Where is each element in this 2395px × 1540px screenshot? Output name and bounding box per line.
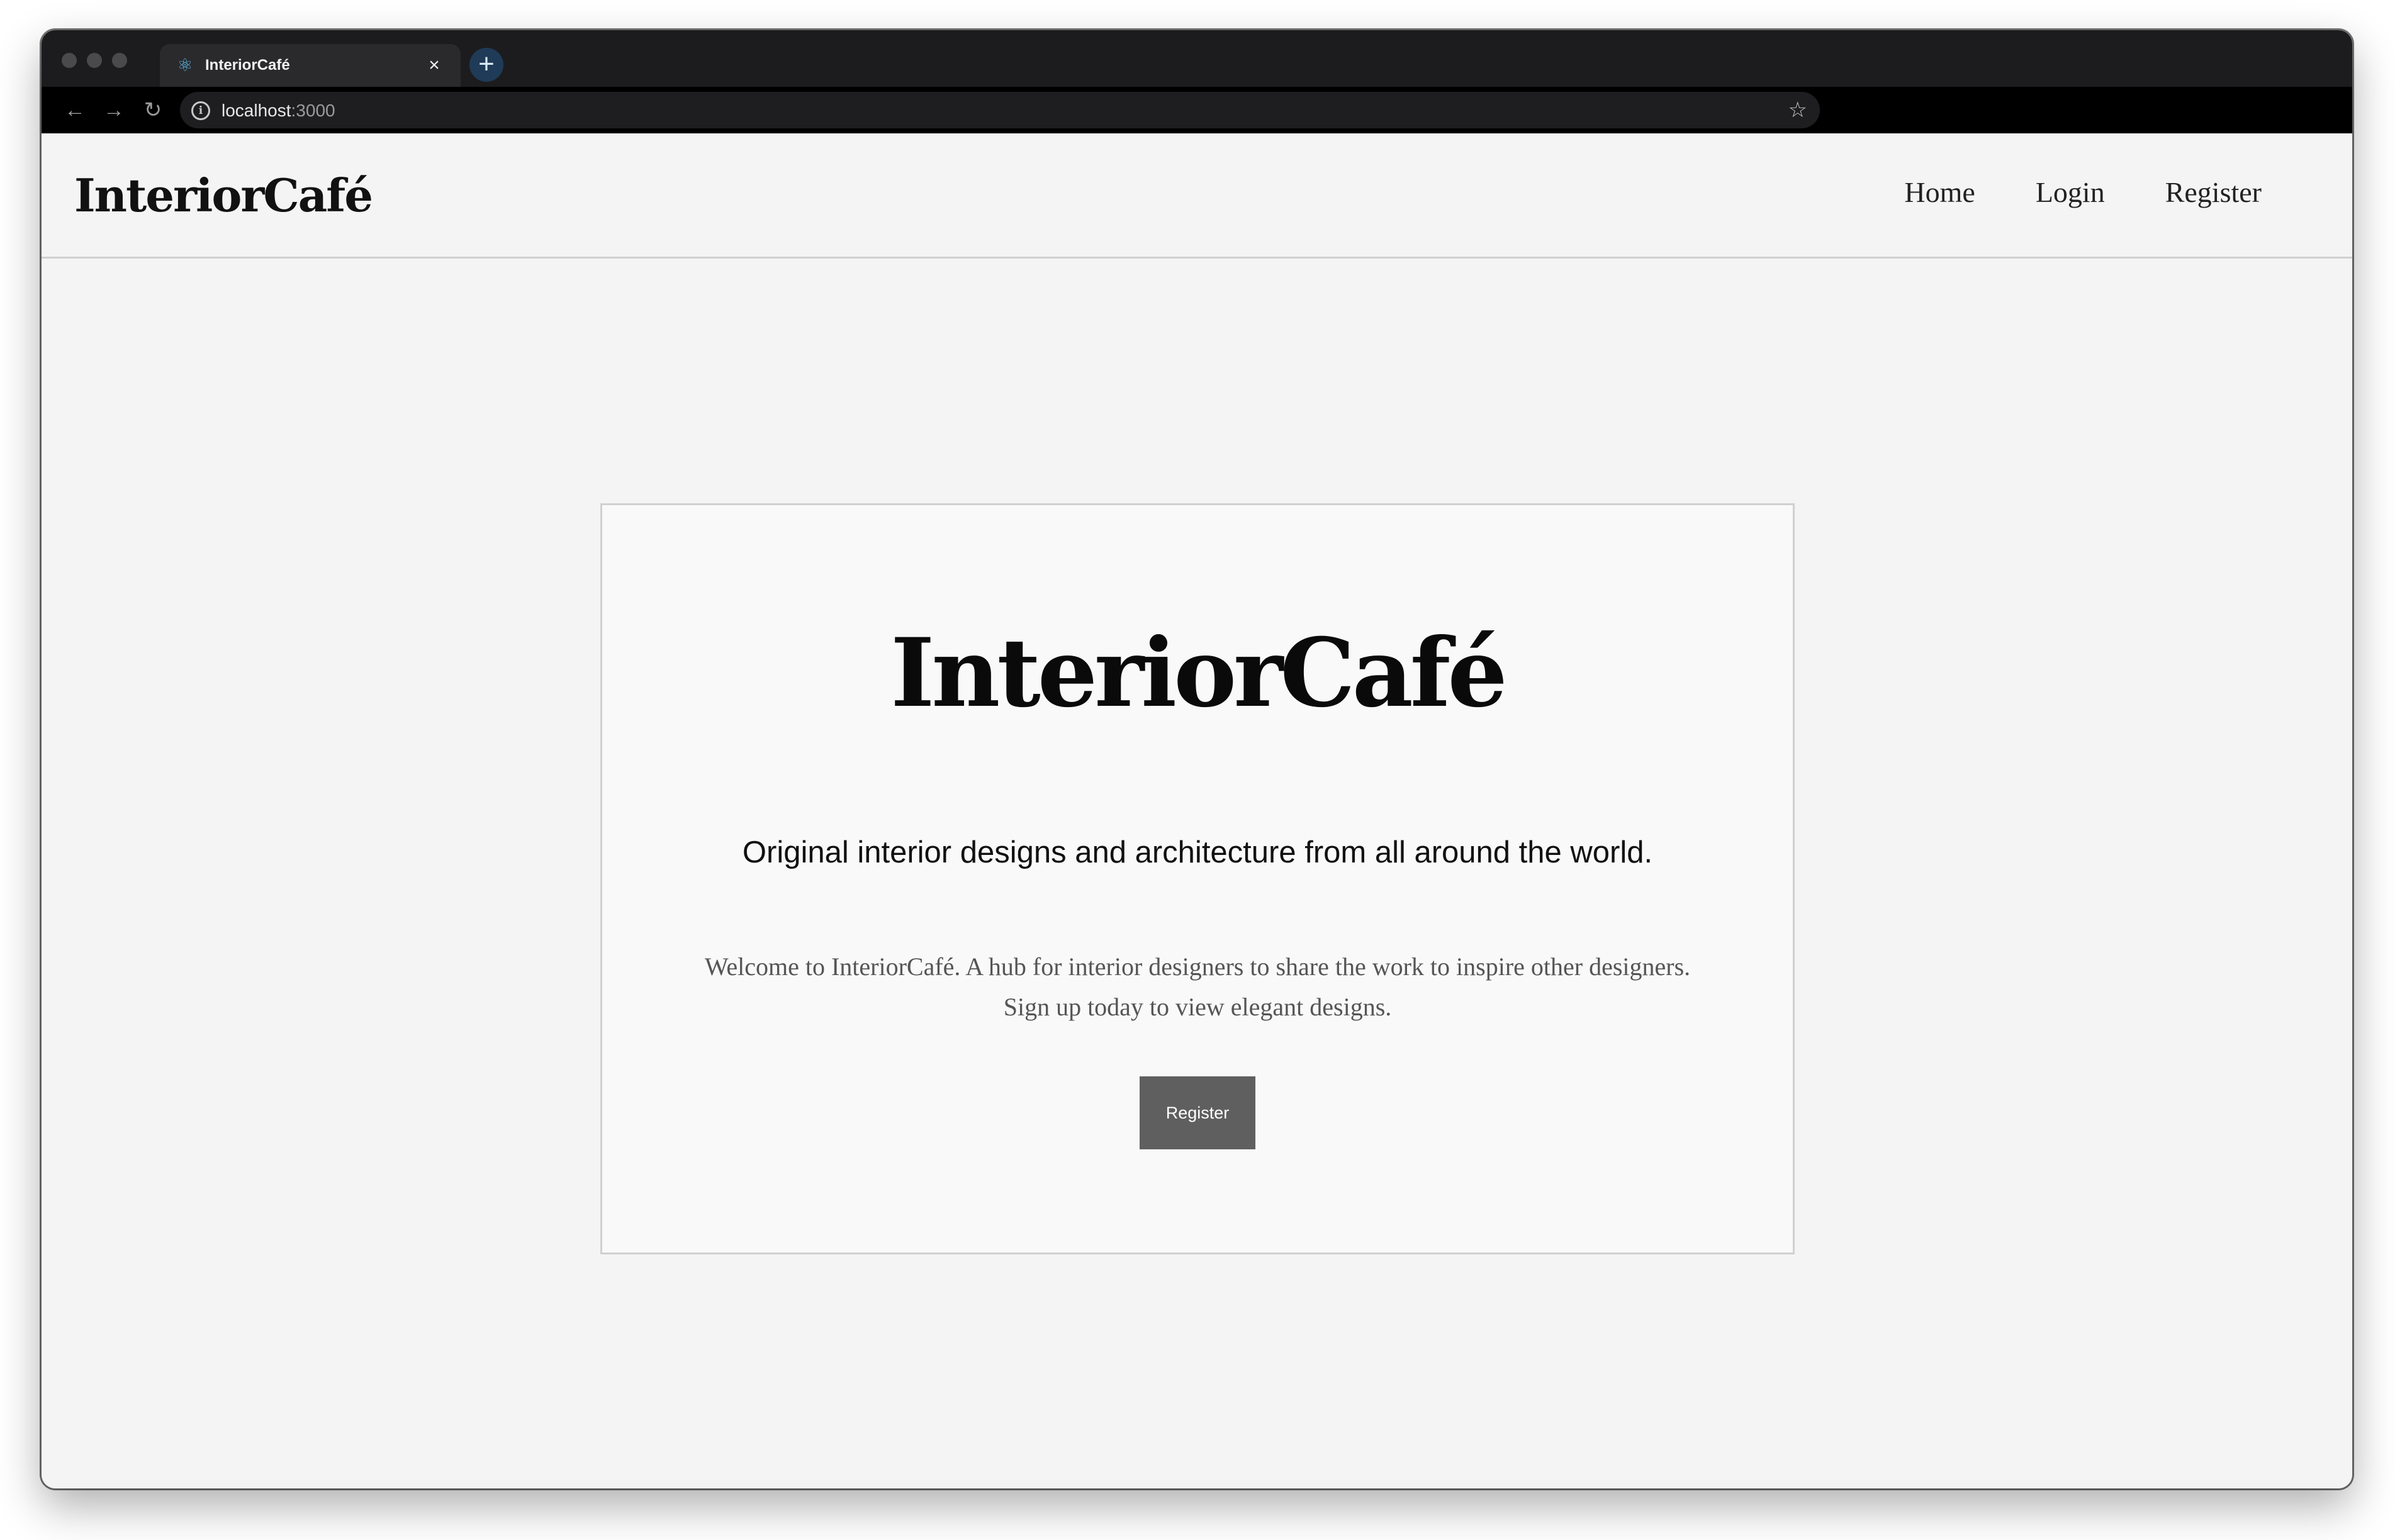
url-text: localhost:3000 xyxy=(222,101,335,121)
nav-link-login[interactable]: Login xyxy=(2036,175,2105,210)
close-tab-icon[interactable]: × xyxy=(422,53,447,78)
nav-link-register[interactable]: Register xyxy=(2165,175,2262,210)
react-atom-icon: ⚛ xyxy=(177,55,193,75)
reload-icon[interactable]: ↻ xyxy=(137,94,169,126)
minimize-window-dot[interactable] xyxy=(87,53,102,68)
url-port: :3000 xyxy=(291,101,335,120)
active-tab[interactable]: ⚛ InteriorCafé × xyxy=(160,44,461,87)
hero-description-line-2: Sign up today to view elegant designs. xyxy=(1003,993,1392,1021)
nav-link-home[interactable]: Home xyxy=(1904,175,1975,210)
nav-links: Home Login Register xyxy=(1904,175,2262,210)
site-info-icon[interactable]: i xyxy=(191,101,210,120)
maximize-window-dot[interactable] xyxy=(112,53,127,68)
url-host: localhost xyxy=(222,101,291,120)
bookmark-star-icon[interactable]: ☆ xyxy=(1788,97,1807,123)
new-tab-button[interactable]: + xyxy=(469,48,503,82)
register-button[interactable]: Register xyxy=(1140,1076,1255,1149)
hero-card: InteriorCafé Original interior designs a… xyxy=(600,503,1795,1254)
hero-title: InteriorCafé xyxy=(890,618,1508,728)
site-navbar: InteriorCafé Home Login Register xyxy=(42,133,2352,259)
back-icon[interactable]: ← xyxy=(59,94,91,126)
tab-title: InteriorCafé xyxy=(205,57,290,74)
address-bar[interactable]: i localhost:3000 ☆ xyxy=(180,92,1820,128)
hero-subtitle: Original interior designs and architectu… xyxy=(742,835,1653,869)
brand-logo[interactable]: InteriorCafé xyxy=(74,170,373,221)
hero-description: Welcome to InteriorCafé. A hub for inter… xyxy=(602,947,1793,1027)
close-window-dot[interactable] xyxy=(62,53,77,68)
hero-description-line-1: Welcome to InteriorCafé. A hub for inter… xyxy=(704,952,1691,981)
browser-window: ⚛ InteriorCafé × + ← → ↻ i localhost:300… xyxy=(42,30,2352,1488)
page-content: InteriorCafé Home Login Register Interio… xyxy=(42,133,2352,1488)
tab-bar: ⚛ InteriorCafé × + xyxy=(42,30,2352,87)
browser-toolbar: ← → ↻ i localhost:3000 ☆ xyxy=(42,87,2352,133)
forward-icon[interactable]: → xyxy=(98,94,130,126)
